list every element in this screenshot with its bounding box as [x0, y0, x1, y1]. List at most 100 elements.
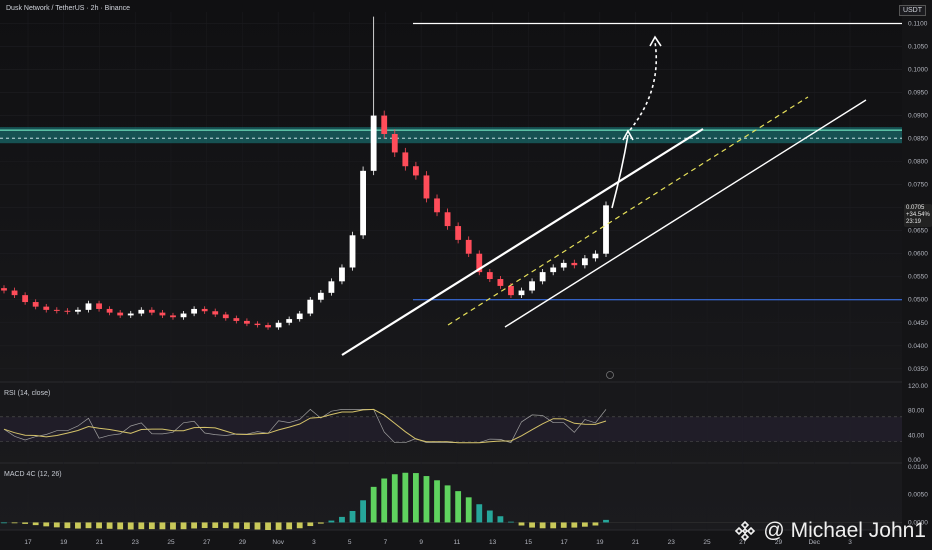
- macd-bar: [117, 522, 124, 530]
- macd-bar: [434, 480, 440, 523]
- macd-bar: [402, 472, 409, 523]
- macd-bar: [296, 522, 303, 529]
- time-tick-label: 21: [632, 539, 640, 546]
- macd-bar: [412, 473, 419, 523]
- macd-bar: [360, 500, 366, 523]
- rsi-tick-label: 40.00: [908, 432, 925, 439]
- rsi-tick-label: 0.00: [908, 457, 921, 464]
- price-tick-label: 0.0550: [908, 274, 928, 281]
- macd-bar: [370, 486, 377, 523]
- macd-tick-label: 0.0050: [908, 492, 928, 499]
- time-tick-label: 19: [596, 539, 604, 546]
- candle-body: [254, 323, 261, 326]
- candle-body: [307, 299, 314, 314]
- candle-body: [22, 295, 29, 303]
- candle-body: [571, 262, 578, 266]
- candle-body: [465, 239, 472, 254]
- candle-body: [180, 313, 187, 318]
- macd-bar: [201, 522, 208, 529]
- macd-bar: [222, 522, 229, 529]
- macd-bar: [423, 476, 430, 523]
- candle-body: [85, 303, 92, 310]
- macd-bar: [328, 520, 335, 523]
- time-tick-label: 7: [384, 539, 388, 546]
- candle-body: [360, 170, 366, 236]
- candle-body: [127, 313, 134, 316]
- time-tick-label: 25: [167, 539, 175, 546]
- currency-badge[interactable]: USDT: [898, 5, 926, 16]
- candle-body: [117, 312, 124, 316]
- candle-body: [96, 303, 102, 309]
- candle-body: [603, 205, 609, 254]
- candle-body: [370, 115, 377, 171]
- macd-bar: [486, 510, 493, 523]
- candle-body: [43, 306, 50, 310]
- rsi-band: [0, 416, 902, 442]
- candle-body: [11, 290, 18, 296]
- candle-body: [486, 272, 493, 280]
- macd-bar: [476, 504, 483, 523]
- time-tick-label: Nov: [272, 539, 284, 546]
- candle-body: [339, 267, 345, 282]
- author-watermark: @ Michael John1: [733, 519, 926, 543]
- macd-bar: [22, 522, 29, 524]
- macd-bar: [64, 522, 71, 529]
- last-price-value: 0.0705: [906, 205, 925, 211]
- macd-bar: [592, 522, 599, 526]
- macd-bar: [180, 522, 187, 530]
- macd-bar: [508, 521, 514, 523]
- time-tick-label: 3: [312, 539, 316, 546]
- price-tick-label: 0.1100: [908, 21, 928, 28]
- binance-logo-icon: [735, 520, 756, 542]
- macd-bar: [53, 522, 60, 528]
- macd-bar: [96, 522, 102, 529]
- macd-bar: [75, 522, 81, 529]
- time-tick-label: 17: [24, 539, 32, 546]
- macd-bar: [560, 522, 567, 528]
- candle-body: [581, 258, 588, 266]
- macd-bar: [603, 519, 609, 523]
- macd-bar: [254, 522, 261, 530]
- candle-body: [148, 309, 155, 313]
- candle-body: [191, 308, 198, 314]
- candle-body: [222, 314, 229, 319]
- candle-body: [296, 313, 303, 320]
- candle-body: [265, 325, 271, 328]
- macd-bar: [518, 522, 525, 526]
- price-tick-label: 0.0800: [908, 159, 928, 166]
- chart-title: Dusk Network / TetherUS · 2h · Binance: [6, 5, 130, 12]
- candle-body: [560, 262, 567, 268]
- macd-bar: [349, 510, 356, 523]
- macd-bar: [307, 522, 314, 527]
- macd-bar: [391, 474, 398, 523]
- macd-bar: [244, 522, 250, 530]
- candle-body: [1, 288, 7, 291]
- macd-tick-label: 0.0100: [908, 464, 928, 471]
- macd-bar: [529, 522, 535, 528]
- macd-bar: [581, 522, 588, 527]
- price-tick-label: 0.0400: [908, 343, 928, 350]
- candle-body: [434, 198, 440, 213]
- watermark-text: @ Michael John1: [763, 519, 926, 542]
- price-tick-label: 0.0350: [908, 366, 928, 373]
- time-tick-label: 29: [239, 539, 247, 546]
- macd-bar: [550, 522, 557, 529]
- price-tick-label: 0.0500: [908, 297, 928, 304]
- time-tick-label: 9: [419, 539, 423, 546]
- last-price-countdown: 23:19: [906, 219, 922, 225]
- candle-body: [455, 226, 462, 240]
- candle-body: [423, 175, 430, 199]
- time-tick-label: 27: [203, 539, 211, 546]
- candle-body: [539, 272, 546, 282]
- rsi-title: RSI (14, close): [4, 390, 51, 397]
- candle-body: [592, 253, 599, 259]
- last-price-tag: 0.0705 +34.54% 23:19: [904, 204, 932, 227]
- macd-bar: [444, 485, 451, 523]
- time-tick-label: 11: [453, 539, 460, 546]
- resistance-zone-band: [0, 127, 902, 144]
- candle-body: [75, 309, 81, 312]
- macd-bar: [265, 522, 271, 530]
- macd-bar: [212, 522, 219, 528]
- macd-bar: [339, 516, 345, 523]
- trading-chart[interactable]: 0.1100 0.1050 0.1000 0.0950 0.0900 0.0850 0.08…: [0, 0, 932, 550]
